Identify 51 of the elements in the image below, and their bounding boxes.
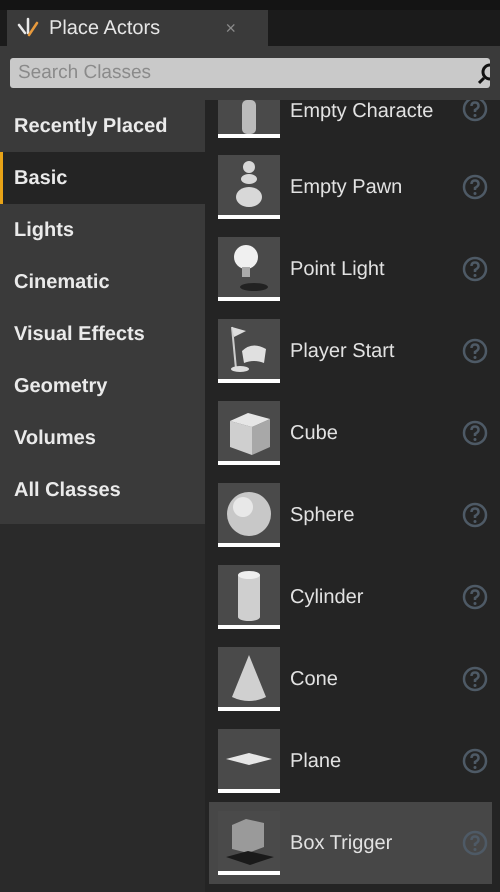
actor-name: Cone xyxy=(290,667,339,692)
actor-thumbnail xyxy=(218,729,280,793)
category-item[interactable]: All Classes xyxy=(0,464,205,516)
actor-thumbnail xyxy=(218,565,280,629)
actor-thumbnail xyxy=(218,647,280,711)
search-icon[interactable] xyxy=(478,61,490,85)
actor-name: Point Light xyxy=(290,257,386,282)
help-icon[interactable] xyxy=(462,666,488,692)
help-icon[interactable] xyxy=(462,748,488,774)
actor-thumbnail xyxy=(218,319,280,383)
help-icon[interactable] xyxy=(462,256,488,282)
actor-item[interactable]: Sphere xyxy=(209,474,492,556)
category-item[interactable]: Cinematic xyxy=(0,256,205,308)
actor-item[interactable]: Box Trigger xyxy=(209,802,492,884)
actor-thumbnail xyxy=(218,401,280,465)
actor-name: Sphere xyxy=(290,503,356,528)
actor-thumbnail xyxy=(218,237,280,301)
help-icon[interactable] xyxy=(462,502,488,528)
panel-tab[interactable]: Place Actors × xyxy=(7,10,268,46)
actor-item[interactable]: Point Light xyxy=(209,228,492,310)
category-item[interactable]: Volumes xyxy=(0,412,205,464)
actor-thumbnail xyxy=(218,100,280,138)
actor-thumbnail xyxy=(218,483,280,547)
actor-item[interactable]: Cylinder xyxy=(209,556,492,638)
actor-thumbnail xyxy=(218,155,280,219)
category-item[interactable]: Lights xyxy=(0,204,205,256)
actor-name: Empty Pawn xyxy=(290,175,404,200)
category-item[interactable]: Recently Placed xyxy=(0,100,205,152)
help-icon[interactable] xyxy=(462,338,488,364)
help-icon[interactable] xyxy=(462,174,488,200)
actor-name: Plane xyxy=(290,749,342,774)
search-field[interactable]: Search Classes xyxy=(10,58,490,88)
actor-name: Box Trigger xyxy=(290,831,394,856)
actor-item[interactable]: Cone xyxy=(209,638,492,720)
help-icon[interactable] xyxy=(462,584,488,610)
panel-title: Place Actors xyxy=(49,16,160,41)
actor-item[interactable]: Player Start xyxy=(209,310,492,392)
category-item[interactable]: Geometry xyxy=(0,360,205,412)
actor-item[interactable]: Plane xyxy=(209,720,492,802)
help-icon[interactable] xyxy=(462,420,488,446)
actor-name: Player Start xyxy=(290,339,396,364)
actor-item[interactable]: Empty Pawn xyxy=(209,146,492,228)
actor-item[interactable]: Empty Characte xyxy=(209,100,492,146)
help-icon[interactable] xyxy=(462,100,488,122)
category-item[interactable]: Visual Effects xyxy=(0,308,205,360)
actor-name: Cylinder xyxy=(290,585,364,610)
actor-name: Cube xyxy=(290,421,339,446)
category-item[interactable]: Basic xyxy=(0,152,205,204)
help-icon[interactable] xyxy=(462,830,488,856)
actor-name: Empty Characte xyxy=(290,100,434,124)
actor-item[interactable]: Cube xyxy=(209,392,492,474)
